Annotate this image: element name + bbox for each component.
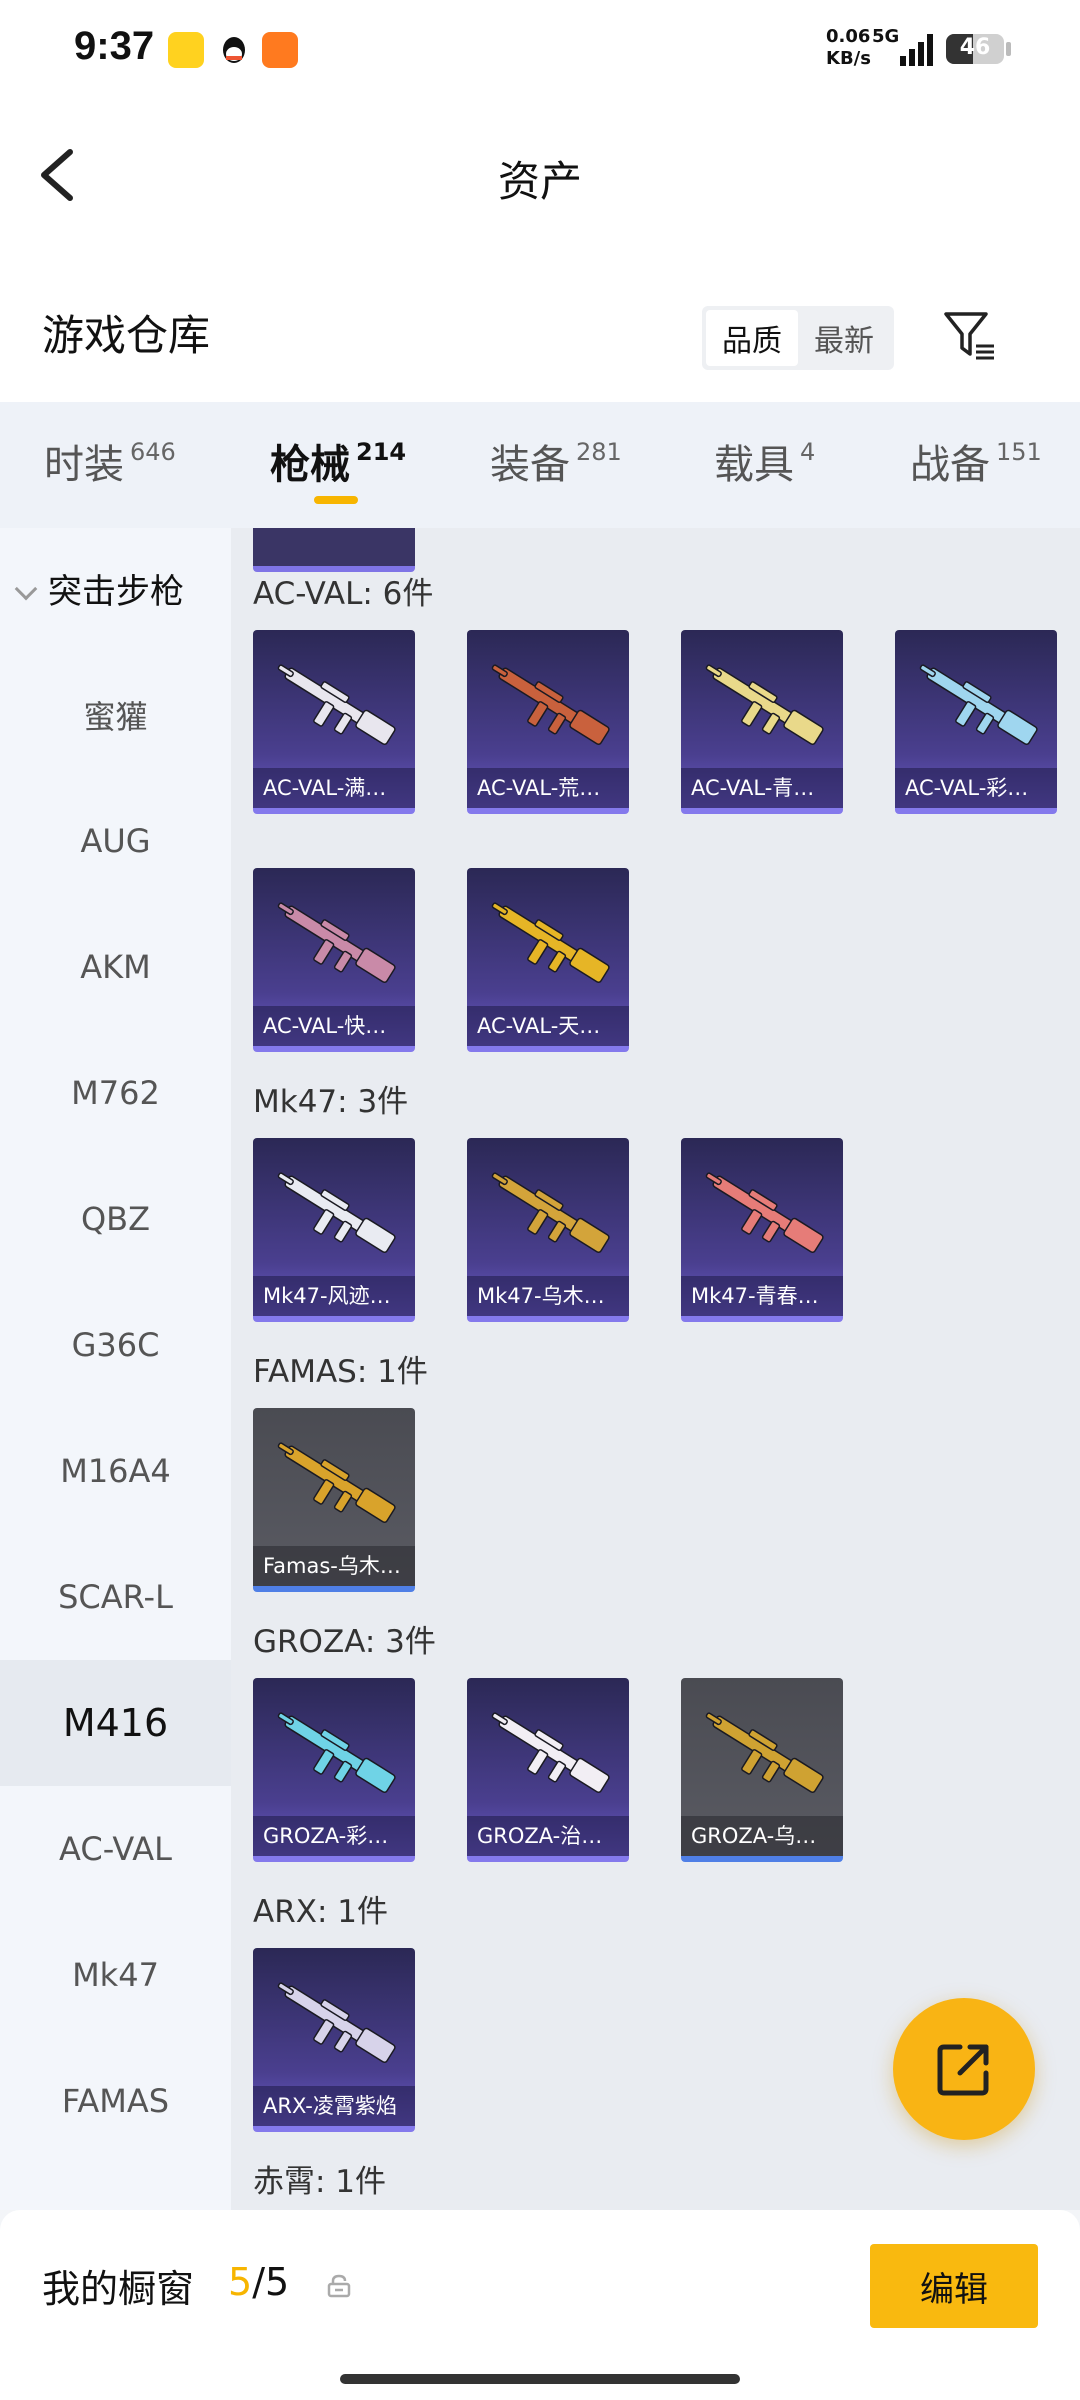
chevron-down-icon [14,577,38,601]
weapon-card[interactable]: Famas-乌木… [253,1408,415,1592]
sidebar-item[interactable]: G36C [0,1282,231,1408]
weapon-card[interactable]: AC-VAL-天… [467,868,629,1052]
tab-vehicles[interactable]: 载具 4 [714,432,815,490]
showcase-label: 我的橱窗 [42,2267,195,2311]
weapon-card[interactable]: ARX-凌霄紫焰 [253,1948,415,2132]
weapon-name: Mk47-青春… [681,1276,843,1316]
notification-app-icon [168,32,204,68]
sidebar-item[interactable]: M762 [0,1030,231,1156]
battery-tip [1006,42,1011,56]
bottom-bar: 我的橱窗 5/5 编辑 [0,2210,1080,2400]
weapon-name: GROZA-彩… [253,1816,415,1856]
sidebar-item[interactable]: SCAR-L [0,1534,231,1660]
app-header: 资产 [0,100,1080,250]
rifle-icon [491,1712,610,1793]
weapon-card[interactable]: GROZA-彩… [253,1678,415,1862]
showcase-count: 5/5 [228,2260,290,2304]
sidebar-item-selected[interactable]: M416 [0,1660,231,1786]
sort-newest-button[interactable]: 最新 [798,310,890,366]
rifle-icon [491,664,610,745]
signal-icon [900,34,933,66]
sidebar-item[interactable]: 蜜獾 [0,652,231,778]
sidebar-item[interactable]: AKM [0,904,231,1030]
weapon-card[interactable]: Mk47-乌木… [467,1138,629,1322]
rifle-icon [277,664,396,745]
shopping-app-icon [262,32,298,68]
rifle-icon [277,902,396,983]
rifle-icon [277,1172,396,1253]
sidebar-group-assault-rifle[interactable]: 突击步枪 [14,564,184,613]
rifle-icon [705,1712,824,1793]
rifle-icon [277,1712,396,1793]
weapon-name: Mk47-乌木… [467,1276,629,1316]
battery-icon: 46 [946,34,1004,64]
weapon-name: GROZA-治… [467,1816,629,1856]
rifle-icon [705,664,824,745]
rifle-icon [491,1172,610,1253]
weapon-name: Famas-乌木… [253,1546,415,1586]
weapon-name: AC-VAL-快… [253,1006,415,1046]
tab-weapons[interactable]: 枪械 214 [270,432,406,490]
weapon-name: Mk47-风迹… [253,1276,415,1316]
weapon-card[interactable]: GROZA-治… [467,1678,629,1862]
rifle-icon [919,664,1038,745]
rifle-icon [277,1442,396,1523]
group-label: ARX: 1件 [253,1894,389,1930]
weapon-name: AC-VAL-天… [467,1006,629,1046]
battery-level: 46 [959,35,991,60]
external-link-icon [937,2044,989,2096]
rifle-icon [705,1172,824,1253]
sidebar-item[interactable]: M16A4 [0,1408,231,1534]
sidebar-item[interactable]: Mk47 [0,1912,231,2038]
active-tab-indicator [314,496,358,504]
status-bar: 9:37 0.06 KB/s 5G 46 [0,0,1080,100]
weapon-name: AC-VAL-彩… [895,768,1057,808]
weapon-card[interactable]: AC-VAL-快… [253,868,415,1052]
rifle-icon [491,902,610,983]
sidebar-item[interactable]: QBZ [0,1156,231,1282]
weapon-card[interactable]: AC-VAL-荒… [467,630,629,814]
sidebar-item[interactable]: AUG [0,778,231,904]
weapon-name: AC-VAL-青… [681,768,843,808]
page-title: 资产 [497,157,582,206]
tab-gear[interactable]: 战备 151 [910,432,1042,490]
group-label: Mk47: 3件 [253,1084,409,1120]
home-indicator [340,2374,740,2384]
category-tabs: 时装 646 枪械 214 装备 281 载具 4 战备 151 [0,402,1080,528]
weapon-card[interactable]: Mk47-风迹… [253,1138,415,1322]
weapon-card[interactable]: AC-VAL-满… [253,630,415,814]
status-time: 9:37 [74,24,155,68]
edit-button[interactable]: 编辑 [870,2244,1038,2328]
weapon-card[interactable]: AC-VAL-青… [681,630,843,814]
partial-card[interactable] [253,528,415,572]
weapon-card[interactable]: AC-VAL-彩… [895,630,1057,814]
tab-outfits[interactable]: 时装 646 [44,432,176,490]
warehouse-header: 游戏仓库 品质 最新 [0,250,1080,402]
network-type: 5G [872,26,900,47]
weapon-name: AC-VAL-荒… [467,768,629,808]
qq-icon [216,32,252,68]
weapon-sidebar: 突击步枪 蜜獾 AUG AKM M762 QBZ G36C M16A4 SCAR… [0,528,231,2210]
sidebar-item[interactable]: AC-VAL [0,1786,231,1912]
group-label: AC-VAL: 6件 [253,576,434,612]
lock-icon [327,2274,351,2298]
sidebar-item[interactable]: FAMAS [0,2038,231,2164]
rifle-icon [277,1982,396,2063]
weapon-card[interactable]: Mk47-青春… [681,1138,843,1322]
share-button[interactable] [893,1998,1035,2140]
net-speed: 0.06 KB/s [826,26,871,69]
group-label: FAMAS: 1件 [253,1354,428,1390]
tab-equipment[interactable]: 装备 281 [490,432,622,490]
group-label: GROZA: 3件 [253,1624,436,1660]
sort-toggle: 品质 最新 [702,306,894,370]
section-title: 游戏仓库 [42,311,211,360]
weapon-name: GROZA-乌… [681,1816,843,1856]
group-label: 赤霄: 1件 [253,2164,387,2200]
weapon-name: AC-VAL-满… [253,768,415,808]
weapon-name: ARX-凌霄紫焰 [253,2086,415,2126]
weapon-card[interactable]: GROZA-乌… [681,1678,843,1862]
filter-icon[interactable] [940,306,1000,366]
sort-quality-button[interactable]: 品质 [706,310,798,366]
weapon-grid: AC-VAL: 6件 AC-VAL-满… AC-VAL-荒… AC-VAL-青…… [231,528,1080,2210]
